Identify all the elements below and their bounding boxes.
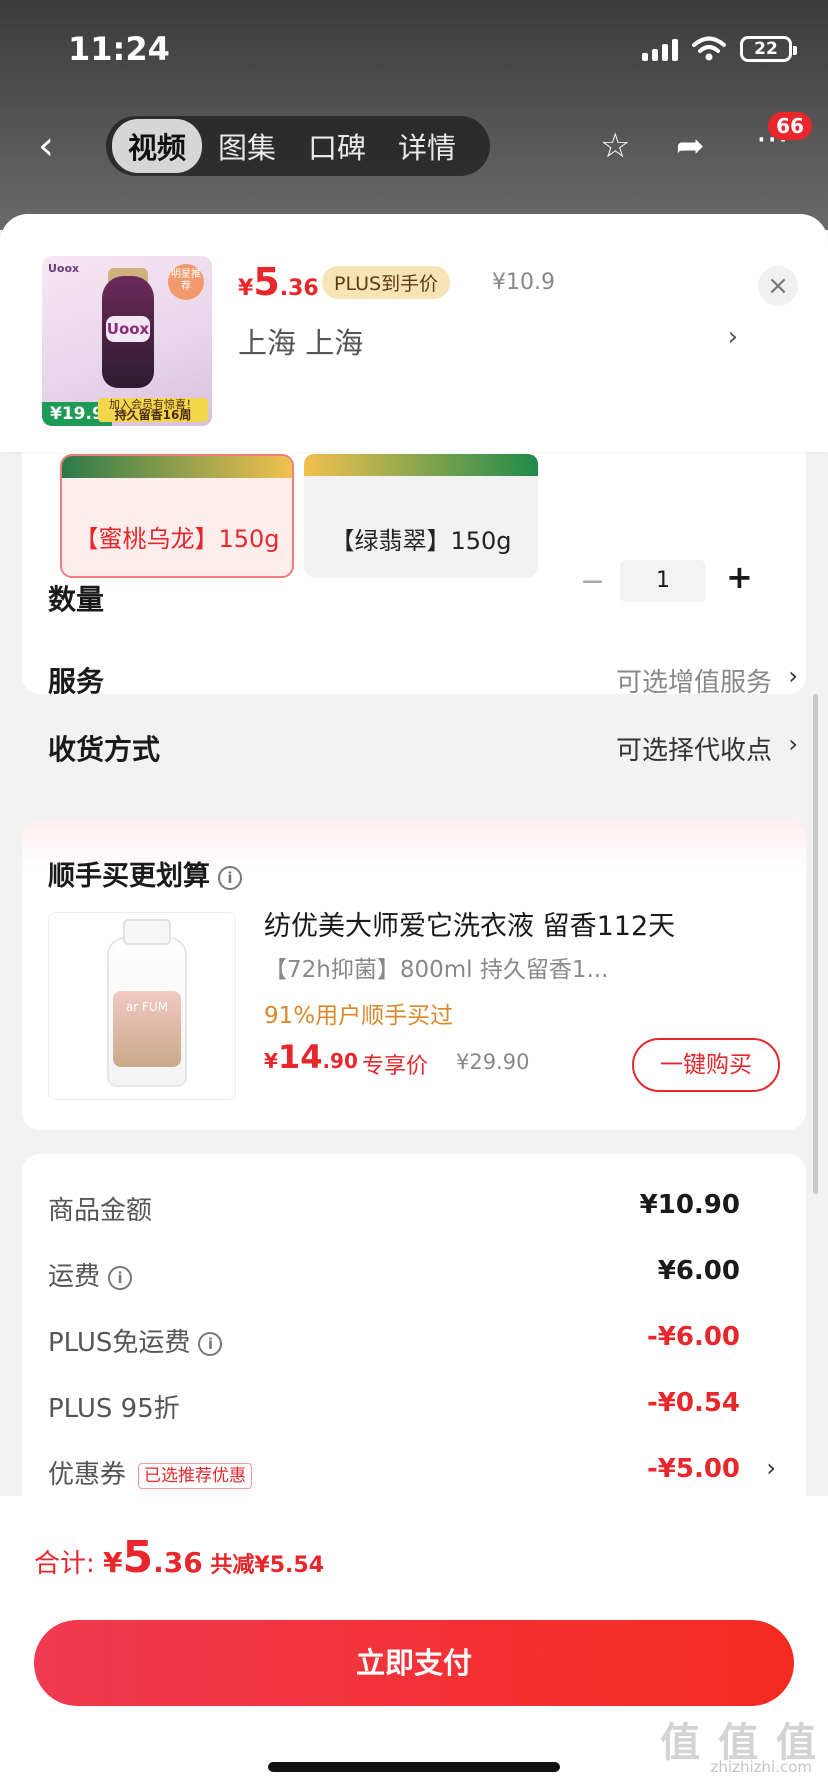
detergent-label: ar FUM [113, 991, 181, 1067]
addon-original-price: ¥29.90 [456, 1050, 530, 1074]
thumb-stamp: 明星推荐 [168, 264, 204, 300]
summary-value: ¥10.90 [639, 1190, 740, 1220]
quantity-plus-button[interactable]: + [726, 558, 753, 596]
close-button[interactable]: × [758, 266, 798, 306]
addon-product-name[interactable]: 纺优美大师爱它洗衣液 留香112天 [264, 904, 675, 943]
summary-row-plus-discount: PLUS 95折 -¥0.54 [48, 1388, 780, 1428]
chevron-right-icon[interactable]: › [728, 322, 738, 352]
spec-option-image-strip [62, 456, 292, 478]
summary-label-text: PLUS免运费 [48, 1328, 191, 1358]
pay-now-button[interactable]: 立即支付 [34, 1620, 794, 1706]
summary-label: PLUS免运费 i [48, 1322, 223, 1359]
summary-row-coupon[interactable]: 优惠券 已选推荐优惠 -¥5.00 › [48, 1454, 780, 1494]
currency-symbol: ¥ [238, 276, 254, 301]
quantity-label: 数量 [48, 583, 105, 616]
price-integer: 14 [277, 1038, 323, 1076]
message-badge: 66 [768, 112, 812, 140]
summary-value: -¥0.54 [646, 1388, 740, 1418]
back-icon[interactable]: ‹ [38, 126, 68, 166]
spec-option-label: 【绿翡翠】150g [330, 527, 512, 555]
plus-price-tag: PLUS到手价 [322, 266, 451, 299]
summary-value: ¥6.00 [657, 1256, 740, 1286]
tab-gallery[interactable]: 图集 [202, 119, 292, 173]
thumb-brand: Uoox [48, 262, 80, 275]
tab-reviews[interactable]: 口碑 [292, 119, 382, 173]
currency-symbol: ¥ [264, 1049, 278, 1073]
price-integer: 5 [253, 260, 280, 304]
total-price: 合计: ¥5.36 共减¥5.54 [34, 1532, 324, 1583]
spec-option-label: 【蜜桃乌龙】150g [74, 525, 280, 553]
price-summary-card: 商品金额 ¥10.90 运费 i ¥6.00 PLUS免运费 i -¥6.00 PL… [22, 1154, 806, 1534]
star-icon[interactable]: ☆ [600, 126, 630, 166]
summary-label-text: 优惠券 [48, 1460, 127, 1490]
currency-symbol: ¥ [103, 1546, 123, 1579]
summary-value: -¥5.00 [646, 1454, 740, 1484]
addon-product-desc: 【72h抑菌】800ml 持久留香1... [264, 957, 609, 983]
delivery-value: 可选择代收点 [615, 736, 772, 766]
checkout-bar: 合计: ¥5.36 共减¥5.54 立即支付 值 值 值 zhizhizhi.c… [0, 1496, 828, 1792]
bottle-label: Uoox [106, 316, 150, 342]
status-time: 11:24 [68, 30, 170, 68]
coupon-tag: 已选推荐优惠 [138, 1462, 253, 1489]
summary-row-goods: 商品金额 ¥10.90 [48, 1190, 780, 1230]
quantity-input[interactable]: 1 [620, 560, 706, 602]
info-icon[interactable]: i [198, 1331, 223, 1356]
addon-product-image[interactable]: ar FUM [48, 912, 236, 1100]
summary-label: 优惠券 已选推荐优惠 [48, 1454, 253, 1491]
total-saved: 共减¥5.54 [202, 1553, 324, 1578]
total-label: 合计: [34, 1549, 104, 1579]
addon-price: ¥14.90 [264, 1038, 358, 1076]
tab-details[interactable]: 详情 [382, 119, 472, 173]
scrollbar[interactable] [813, 694, 818, 1194]
product-price: ¥5.36 [238, 260, 319, 304]
price-integer: 5 [122, 1532, 154, 1583]
chevron-right-icon: › [788, 730, 798, 758]
product-thumbnail[interactable]: Uoox 明星推荐 Uoox ¥19.9 加入会员有惊喜！ 持久留香16周 [42, 256, 212, 426]
service-label: 服务 [48, 665, 105, 698]
price-decimal: .36 [279, 276, 319, 301]
addon-bought-rate: 91%用户顺手买过 [264, 1003, 454, 1029]
tab-video[interactable]: 视频 [112, 119, 203, 173]
signal-icon [642, 37, 678, 61]
watermark-url: zhizhizhi.com [710, 1758, 812, 1776]
summary-row-shipping: 运费 i ¥6.00 [48, 1256, 780, 1296]
addon-price-tag: 专享价 [362, 1054, 429, 1079]
one-click-buy-button[interactable]: 一键购买 [632, 1038, 780, 1092]
wifi-icon [692, 36, 726, 61]
addon-title: 顺手买更划算 i [48, 854, 242, 893]
media-tabs: 视频 图集 口碑 详情 [106, 116, 490, 176]
summary-label: PLUS 95折 [48, 1394, 180, 1424]
spec-option-selected[interactable]: 【蜜桃乌龙】150g [60, 454, 294, 578]
info-icon[interactable]: i [218, 865, 242, 890]
thumb-banner-line: 持久留香16周 [114, 408, 192, 422]
summary-value: -¥6.00 [646, 1322, 740, 1352]
top-overlay: 11:24 22 ‹ 视频 图集 口碑 详情 ☆ ➦ ··· 66 [0, 0, 828, 230]
product-header: Uoox 明星推荐 Uoox ¥19.9 加入会员有惊喜！ 持久留香16周 ¥5… [0, 214, 828, 452]
thumb-banner: 加入会员有惊喜！ 持久留香16周 [98, 398, 208, 422]
battery-icon: 22 [740, 36, 797, 62]
delivery-location[interactable]: 上海 上海 [238, 320, 363, 362]
summary-label: 商品金额 [48, 1196, 153, 1226]
status-icons: 22 [642, 36, 797, 62]
detergent-cap-shape [123, 919, 171, 945]
spec-option-image-strip [304, 454, 538, 476]
home-indicator[interactable] [268, 1762, 560, 1772]
summary-label: 运费 i [48, 1256, 133, 1293]
share-icon[interactable]: ➦ [676, 126, 705, 166]
service-value: 可选增值服务 [615, 668, 772, 698]
info-icon[interactable]: i [108, 1265, 133, 1290]
top-nav: ‹ 视频 图集 口碑 详情 ☆ ➦ ··· 66 [0, 112, 828, 182]
spec-option[interactable]: 【绿翡翠】150g [304, 454, 538, 578]
summary-row-plus-shipping: PLUS免运费 i -¥6.00 [48, 1322, 780, 1362]
addon-title-text: 顺手买更划算 [48, 861, 210, 892]
price-decimal: .90 [322, 1049, 358, 1073]
original-price: ¥10.9 [492, 270, 555, 295]
addon-card: 顺手买更划算 i ar FUM 纺优美大师爱它洗衣液 留香112天 【72h抑菌】… [22, 820, 806, 1130]
summary-label-text: 运费 [48, 1262, 101, 1292]
delivery-label: 收货方式 [48, 733, 161, 766]
chevron-right-icon: › [766, 1454, 776, 1482]
chevron-right-icon: › [788, 662, 798, 690]
quantity-minus-button[interactable]: − [580, 564, 605, 599]
price-decimal: .36 [153, 1546, 203, 1579]
